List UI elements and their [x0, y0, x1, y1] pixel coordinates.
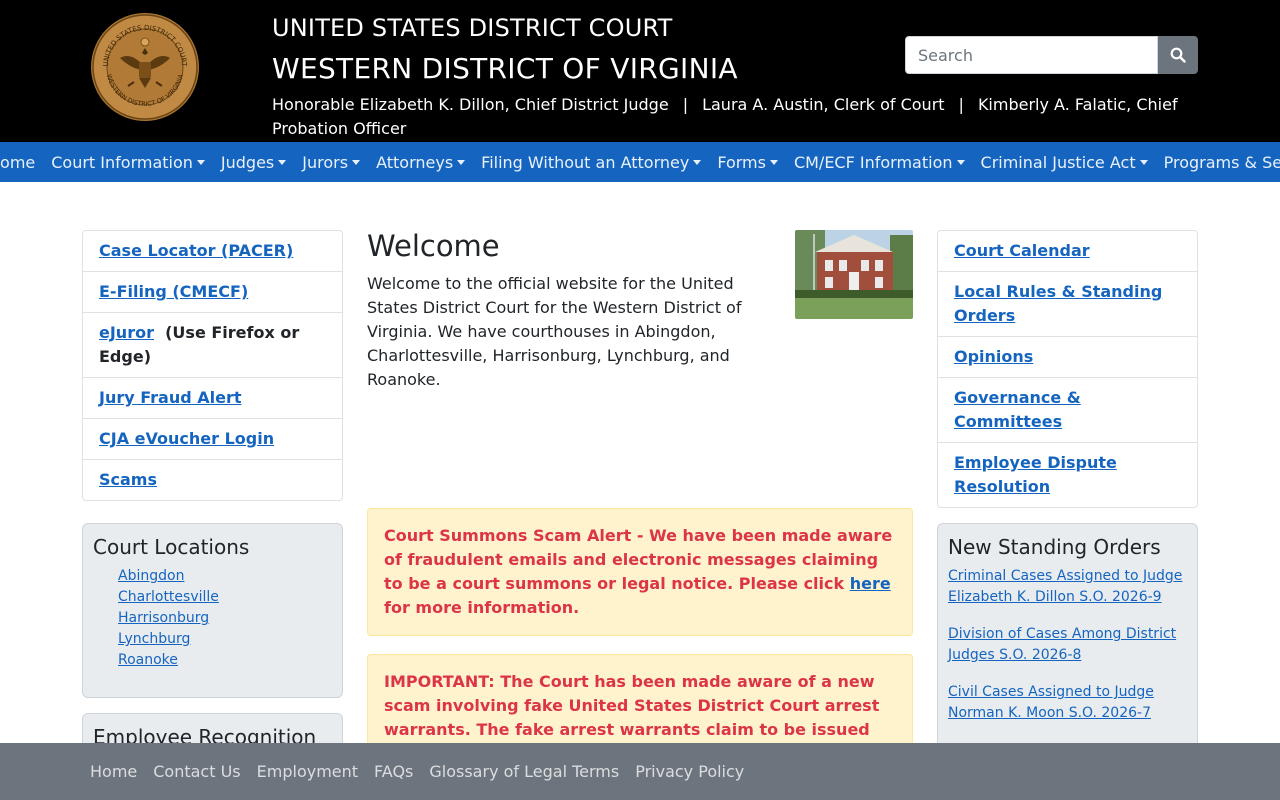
- caret-down-icon: [693, 159, 702, 165]
- governance-link[interactable]: Governance & Committees: [954, 388, 1081, 431]
- caret-down-icon: [196, 159, 205, 165]
- clerk-of-court: Laura A. Austin, Clerk of Court: [702, 95, 945, 114]
- standing-order-link[interactable]: Civil Cases Assigned to Judge Norman K. …: [948, 682, 1187, 724]
- main-navbar: Home Court Information Judges Jurors Att…: [0, 142, 1280, 182]
- caret-down-icon: [1139, 159, 1148, 165]
- standing-order-link[interactable]: Criminal Cases Assigned to Judge Elizabe…: [948, 566, 1187, 608]
- location-link-lynchburg[interactable]: Lynchburg: [118, 629, 332, 650]
- standing-orders-list: Criminal Cases Assigned to Judge Elizabe…: [948, 566, 1187, 724]
- footer-home-link[interactable]: Home: [82, 762, 145, 781]
- location-link-abingdon[interactable]: Abingdon: [118, 566, 332, 587]
- nav-label: Filing Without an Attorney: [481, 152, 690, 172]
- court-locations-card: Court Locations Abingdon Charlottesville…: [82, 523, 343, 698]
- nav-criminal-justice-act[interactable]: Criminal Justice Act: [973, 153, 1156, 172]
- list-item: Jury Fraud Alert: [83, 378, 342, 419]
- site-footer: Home Contact Us Employment FAQs Glossary…: [0, 743, 1280, 800]
- standing-orders-title: New Standing Orders: [948, 535, 1161, 559]
- footer-employment-link[interactable]: Employment: [249, 762, 366, 781]
- alert-text: IMPORTANT: The Court has been made aware…: [384, 672, 880, 739]
- nav-filing-without-attorney[interactable]: Filing Without an Attorney: [473, 153, 709, 172]
- cja-evoucher-link[interactable]: CJA eVoucher Login: [99, 429, 274, 448]
- jury-fraud-alert-link[interactable]: Jury Fraud Alert: [99, 388, 242, 407]
- list-item: Opinions: [938, 337, 1197, 378]
- nav-home[interactable]: Home: [0, 153, 43, 172]
- nav-label: Jurors: [302, 152, 349, 172]
- court-calendar-link[interactable]: Court Calendar: [954, 241, 1090, 260]
- footer-glossary-link[interactable]: Glossary of Legal Terms: [421, 762, 627, 781]
- caret-down-icon: [769, 159, 778, 165]
- site-header: UNITED STATES DISTRICT COURT WESTERN DIS…: [0, 0, 1280, 142]
- location-link-harrisonburg[interactable]: Harrisonburg: [118, 608, 332, 629]
- search-icon: [1170, 47, 1186, 63]
- nav-programs-services[interactable]: Programs & Services: [1156, 153, 1280, 172]
- caret-down-icon: [457, 159, 466, 165]
- separator: |: [958, 95, 964, 114]
- chief-judge: Honorable Elizabeth K. Dillon, Chief Dis…: [272, 95, 669, 114]
- alert-text: for more information.: [384, 598, 580, 617]
- footer-faqs-link[interactable]: FAQs: [366, 762, 421, 781]
- standing-orders-card: New Standing Orders Criminal Cases Assig…: [937, 523, 1198, 773]
- local-rules-link[interactable]: Local Rules & Standing Orders: [954, 282, 1162, 325]
- nav-jurors[interactable]: Jurors: [294, 153, 368, 172]
- ejuror-link[interactable]: eJuror: [99, 323, 154, 342]
- resource-links-list: Court Calendar Local Rules & Standing Or…: [937, 230, 1198, 508]
- quick-links-list: Case Locator (PACER) E-Filing (CMECF) eJ…: [82, 230, 343, 501]
- caret-down-icon: [278, 159, 287, 165]
- footer-privacy-link[interactable]: Privacy Policy: [627, 762, 752, 781]
- nav-label: Forms: [717, 152, 766, 172]
- caret-down-icon: [956, 159, 965, 165]
- standing-order-link[interactable]: Division of Cases Among District Judges …: [948, 624, 1187, 666]
- list-item: Governance & Committees: [938, 378, 1197, 443]
- list-item: Local Rules & Standing Orders: [938, 272, 1197, 337]
- nav-label: Criminal Justice Act: [980, 152, 1136, 172]
- welcome-text: Welcome to the official website for the …: [367, 274, 742, 389]
- list-item: Scams: [83, 460, 342, 500]
- search-form: [905, 36, 1198, 74]
- list-item: Case Locator (PACER): [83, 231, 342, 272]
- employee-dispute-link[interactable]: Employee Dispute Resolution: [954, 453, 1117, 496]
- nav-label: Court Information: [51, 152, 193, 172]
- cmecf-link[interactable]: E-Filing (CMECF): [99, 282, 248, 301]
- courthouse-photo[interactable]: [795, 230, 913, 319]
- footer-contact-link[interactable]: Contact Us: [145, 762, 248, 781]
- alert-text: Court Summons Scam Alert - We have been …: [384, 526, 893, 593]
- court-officials: Honorable Elizabeth K. Dillon, Chief Dis…: [272, 93, 1202, 141]
- court-name-line2: WESTERN DISTRICT OF VIRGINIA: [272, 52, 738, 85]
- court-locations-title: Court Locations: [93, 535, 250, 559]
- list-item: Employee Dispute Resolution: [938, 443, 1197, 507]
- pacer-link[interactable]: Case Locator (PACER): [99, 241, 293, 260]
- list-item: CJA eVoucher Login: [83, 419, 342, 460]
- nav-attorneys[interactable]: Attorneys: [368, 153, 473, 172]
- nav-label: Judges: [220, 152, 275, 172]
- search-input[interactable]: [905, 36, 1158, 74]
- nav-court-information[interactable]: Court Information: [43, 153, 213, 172]
- opinions-link[interactable]: Opinions: [954, 347, 1033, 366]
- court-seal-logo[interactable]: UNITED STATES DISTRICT COURT WESTERN DIS…: [90, 12, 200, 122]
- search-button[interactable]: [1158, 36, 1198, 74]
- list-item: E-Filing (CMECF): [83, 272, 342, 313]
- list-item: eJuror (Use Firefox or Edge): [83, 313, 342, 378]
- nav-label: Attorneys: [376, 152, 454, 172]
- nav-label: Home: [0, 152, 36, 172]
- court-name-line1: UNITED STATES DISTRICT COURT: [272, 14, 673, 42]
- nav-cmecf-information[interactable]: CM/ECF Information: [786, 153, 973, 172]
- nav-label: CM/ECF Information: [793, 152, 953, 172]
- list-item: Court Calendar: [938, 231, 1197, 272]
- alert-here-link[interactable]: here: [850, 574, 891, 593]
- nav-label: Programs & Services: [1163, 152, 1280, 172]
- caret-down-icon: [352, 159, 361, 165]
- separator: |: [682, 95, 689, 114]
- court-locations-list: Abingdon Charlottesville Harrisonburg Ly…: [93, 566, 332, 671]
- scams-link[interactable]: Scams: [99, 470, 157, 489]
- nav-judges[interactable]: Judges: [213, 153, 294, 172]
- footer-nav: Home Contact Us Employment FAQs Glossary…: [82, 743, 752, 800]
- location-link-roanoke[interactable]: Roanoke: [118, 650, 332, 671]
- nav-forms[interactable]: Forms: [709, 153, 786, 172]
- page-title: Welcome: [367, 229, 500, 263]
- location-link-charlottesville[interactable]: Charlottesville: [118, 587, 332, 608]
- scam-alert-summons: Court Summons Scam Alert - We have been …: [367, 508, 913, 636]
